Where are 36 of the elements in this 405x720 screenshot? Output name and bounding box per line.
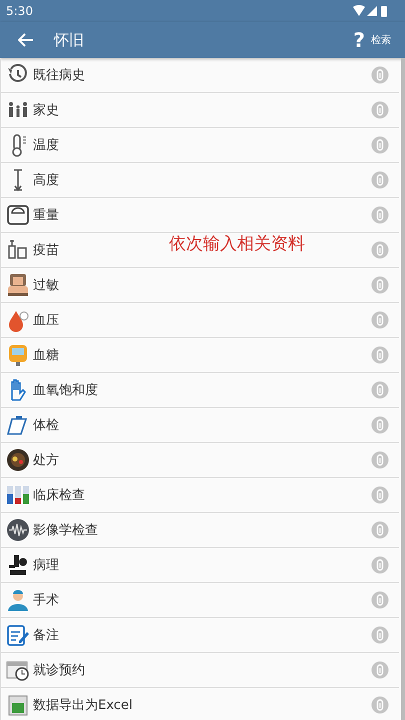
screen-title: 怀旧 xyxy=(54,30,85,50)
list-item[interactable]: 就诊预约 xyxy=(33,661,85,679)
list-item[interactable]: 病理 xyxy=(33,556,59,574)
list-item[interactable]: 备注 xyxy=(33,626,59,644)
annotation-text: 依次输入相关资料 xyxy=(169,233,305,255)
search-button[interactable]: 检索 xyxy=(371,33,391,47)
glucose-meter-icon xyxy=(6,343,30,367)
list-item[interactable]: 影像学检查 xyxy=(33,521,98,539)
help-icon[interactable]: ? xyxy=(353,28,365,52)
list-item[interactable]: 家史 xyxy=(33,101,59,119)
person-icon xyxy=(6,273,30,297)
spreadsheet-icon xyxy=(6,693,30,717)
list-item[interactable]: 血压 xyxy=(33,311,59,329)
list-item[interactable]: 数据导出为Excel xyxy=(33,696,132,714)
back-icon[interactable] xyxy=(18,33,34,47)
syringe-icon xyxy=(6,238,30,262)
list-item[interactable]: 临床检查 xyxy=(33,486,85,504)
status-time: 5:30 xyxy=(6,4,33,18)
list-item[interactable]: 手术 xyxy=(33,591,59,609)
list-item[interactable]: 体检 xyxy=(33,416,59,434)
list-item[interactable]: 血氧饱和度 xyxy=(33,381,98,399)
list-item[interactable]: 血糖 xyxy=(33,346,59,364)
scale-icon xyxy=(6,203,30,227)
list-item[interactable]: 重量 xyxy=(33,206,59,224)
surgeon-icon xyxy=(6,588,30,612)
status-icons xyxy=(353,5,389,17)
list-item[interactable]: 处方 xyxy=(33,451,59,469)
note-icon xyxy=(6,623,30,647)
clipboard-icon xyxy=(6,413,30,437)
waveform-icon xyxy=(6,518,30,542)
test-tubes-icon xyxy=(6,483,30,507)
list-item[interactable]: 既往病史 xyxy=(33,66,85,84)
list-item[interactable]: 疫苗 xyxy=(33,241,59,259)
list-item[interactable]: 高度 xyxy=(33,171,59,189)
list-item[interactable]: 过敏 xyxy=(33,276,59,294)
list-item[interactable]: 温度 xyxy=(33,136,59,154)
